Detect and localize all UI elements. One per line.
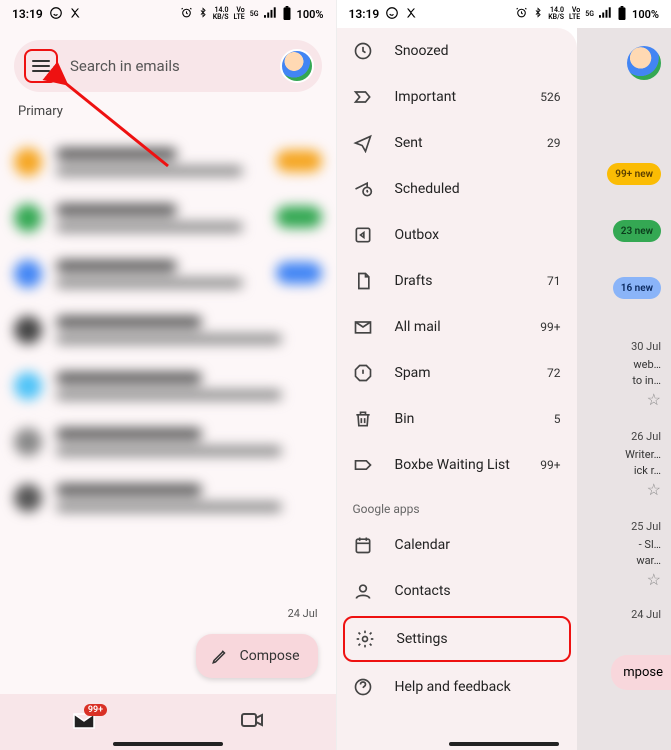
drawer-item-outbox[interactable]: Outbox	[337, 212, 577, 258]
outbox-icon	[353, 225, 373, 245]
bluetooth-icon	[198, 6, 208, 22]
drawer-item-bin[interactable]: Bin5	[337, 396, 577, 442]
drawer-item-calendar[interactable]: Calendar	[337, 522, 577, 568]
compose-label: Compose	[240, 648, 300, 664]
drawer-item-label[interactable]: Boxbe Waiting List99+	[337, 442, 577, 488]
meet-tab[interactable]	[240, 710, 264, 734]
star-icon: ☆	[647, 570, 661, 589]
menu-button-highlight	[24, 49, 58, 83]
phone-drawer-view: 13:19 14.0KB/S VoLTE 5G 100% Snoozed Imp…	[336, 0, 671, 750]
battery-icon	[617, 6, 627, 23]
allmail-icon	[353, 317, 373, 337]
status-bar: 13:19 14.0KB/S VoLTE 5G 100%	[337, 0, 671, 28]
battery-icon	[282, 6, 292, 23]
navigation-drawer: Snoozed Important526 Sent29 Scheduled Ou…	[337, 28, 577, 750]
drafts-icon	[353, 271, 373, 291]
calendar-icon	[353, 535, 373, 555]
peek-pill-promotions: 99+ new	[607, 163, 661, 185]
pencil-icon	[210, 646, 230, 666]
phone-inbox-view: 13:19 14.0KB/S VoLTE 5G 100%	[0, 0, 336, 750]
drawer-backdrop[interactable]: 99+ new 23 new 16 new 30 Jul web… to in……	[577, 28, 671, 750]
spam-icon	[353, 363, 373, 383]
peek-text: to in…	[632, 374, 661, 387]
signal-icon	[264, 7, 277, 21]
peek-text: Writer…	[625, 448, 661, 461]
account-avatar	[627, 46, 661, 80]
annotation-arrow	[58, 76, 178, 180]
status-time: 13:19	[349, 7, 380, 21]
clock-icon	[353, 41, 373, 61]
peek-date: 26 Jul	[631, 430, 661, 443]
drawer-item-snoozed[interactable]: Snoozed	[337, 28, 577, 74]
bluetooth-icon	[533, 6, 543, 22]
important-icon	[353, 87, 373, 107]
search-placeholder: Search in emails	[70, 57, 268, 75]
gear-icon	[355, 629, 375, 649]
drawer-item-important[interactable]: Important526	[337, 74, 577, 120]
compose-button-peek: mpose	[611, 655, 671, 690]
drawer-item-settings-highlight[interactable]: Settings	[343, 616, 571, 662]
whatsapp-icon	[49, 6, 63, 23]
drawer-item-help[interactable]: Help and feedback	[337, 664, 577, 710]
signal-icon	[599, 7, 612, 21]
compose-button[interactable]: Compose	[196, 634, 318, 678]
x-icon	[405, 7, 417, 22]
bin-icon	[353, 409, 373, 429]
alarm-icon	[180, 6, 193, 22]
peek-pill-updates: 16 new	[613, 277, 661, 299]
status-bar: 13:19 14.0KB/S VoLTE 5G 100%	[0, 0, 336, 28]
drawer-item-scheduled[interactable]: Scheduled	[337, 166, 577, 212]
mail-tab[interactable]: 99+	[72, 710, 96, 734]
drawer-item-contacts[interactable]: Contacts	[337, 568, 577, 614]
drawer-item-spam[interactable]: Spam72	[337, 350, 577, 396]
peek-pill-social: 23 new	[613, 220, 661, 242]
nav-gesture-handle[interactable]	[113, 742, 223, 746]
status-time: 13:19	[12, 7, 43, 21]
peek-date: 30 Jul	[631, 340, 661, 353]
mail-badge-count: 99+	[84, 704, 107, 716]
whatsapp-icon	[385, 6, 399, 23]
scheduled-icon	[353, 179, 373, 199]
drawer-section-google-apps: Google apps	[337, 488, 577, 522]
peek-text: - Sl…	[639, 538, 661, 551]
sent-icon	[353, 133, 373, 153]
settings-label: Settings	[397, 631, 559, 647]
account-avatar[interactable]	[280, 49, 314, 83]
status-5g: 5G	[250, 11, 259, 18]
star-icon: ☆	[647, 390, 661, 409]
help-icon	[353, 677, 373, 697]
nav-gesture-handle[interactable]	[449, 742, 559, 746]
drawer-item-drafts[interactable]: Drafts71	[337, 258, 577, 304]
peek-text: ick r…	[634, 464, 661, 477]
peek-date: 24 Jul	[631, 608, 661, 621]
peek-text: war…	[636, 554, 661, 567]
contacts-icon	[353, 581, 373, 601]
peek-date: 25 Jul	[631, 520, 661, 533]
drawer-item-sent[interactable]: Sent29	[337, 120, 577, 166]
label-icon	[353, 455, 373, 475]
drawer-item-allmail[interactable]: All mail99+	[337, 304, 577, 350]
status-battery-pct: 100%	[297, 8, 324, 21]
star-icon: ☆	[647, 480, 661, 499]
alarm-icon	[515, 6, 528, 22]
hamburger-icon[interactable]	[32, 60, 50, 72]
peek-text: web…	[633, 358, 661, 371]
email-date: 24 Jul	[288, 607, 336, 620]
x-icon	[69, 7, 81, 22]
